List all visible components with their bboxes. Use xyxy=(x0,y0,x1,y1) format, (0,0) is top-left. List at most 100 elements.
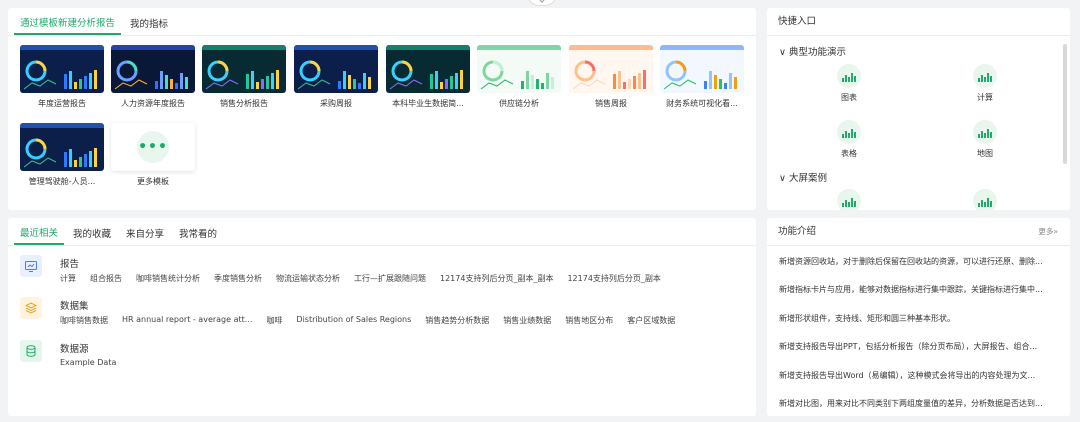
feature-item[interactable]: 新增支持报告导出PPT，包括分析报告（除分页布局），大屏报告、组合... xyxy=(779,341,1057,352)
recent-item[interactable]: 12174支持列后分页_副本_副本 xyxy=(440,273,553,284)
template-thumbnail xyxy=(569,45,653,93)
template-thumbnail xyxy=(20,45,104,93)
section-items: 咖啡销售数据 HR annual report - average att...… xyxy=(60,315,689,326)
more-templates-thumb: ••• xyxy=(111,123,195,171)
layers-icon xyxy=(20,297,42,319)
thumbnail-art xyxy=(477,45,561,93)
recent-item[interactable]: HR annual report - average att... xyxy=(122,315,252,326)
template-card[interactable]: 采购周报 xyxy=(294,45,378,109)
template-thumbnail xyxy=(202,45,286,93)
collapse-handle[interactable] xyxy=(527,0,557,6)
quick-item-chart[interactable]: 图表 xyxy=(819,64,879,103)
recent-item[interactable]: 组合报告 xyxy=(90,273,122,284)
tab-shared[interactable]: 来自分享 xyxy=(120,226,170,245)
thumbnail-art xyxy=(20,123,104,171)
feature-intro-title: 功能介绍 更多» xyxy=(767,218,1070,246)
recent-item[interactable]: 销售趋势分析数据 xyxy=(425,315,489,326)
template-label: 管理驾驶舱-人员... xyxy=(28,177,96,186)
scrollbar[interactable] xyxy=(1063,44,1067,164)
recent-item[interactable]: Example Data xyxy=(60,358,116,367)
quick-item-calc[interactable]: 计算 xyxy=(955,64,1015,103)
recent-item[interactable]: Distribution of Sales Regions xyxy=(296,315,411,326)
feature-item[interactable]: 新增支持报告导出Word（易编辑），这种模式会将导出的内容处理为文... xyxy=(779,370,1057,381)
template-thumbnail xyxy=(386,45,470,93)
template-label: 销售分析报告 xyxy=(220,99,268,108)
thumbnail-art xyxy=(569,45,653,93)
quick-item-label: 计算 xyxy=(977,93,993,102)
thumbnail-art xyxy=(111,45,195,93)
feature-intro-card: 功能介绍 更多» 新增资源回收站，对于删除后保留在回收站的资源，可以进行还原、删… xyxy=(767,218,1070,416)
section-items: 计算 组合报告 咖啡销售统计分析 季度销售分析 物流运输状态分析 工行—扩展跟随… xyxy=(60,273,675,284)
quick-item-label: 地图 xyxy=(977,149,993,158)
report-icon xyxy=(20,255,42,277)
template-thumbnail xyxy=(20,123,104,171)
template-card[interactable]: 年度运营报告 xyxy=(20,45,104,109)
bar-chart-icon xyxy=(973,64,997,88)
tab-new-from-template[interactable]: 通过模板新建分析报告 xyxy=(14,15,122,35)
template-card[interactable]: 人力资源年度报告 xyxy=(111,45,195,109)
recent-item[interactable]: 客户区域数据 xyxy=(627,315,675,326)
template-card[interactable]: 供应链分析 xyxy=(477,45,561,109)
recent-item[interactable]: 销售地区分布 xyxy=(565,315,613,326)
template-card[interactable]: 销售分析报告 xyxy=(202,45,286,109)
template-card[interactable]: 财务系统可视化看... xyxy=(660,45,744,109)
recent-tabs: 最近相关 我的收藏 来自分享 我常看的 xyxy=(8,218,756,246)
template-thumbnail xyxy=(111,45,195,93)
template-card[interactable]: 销售周报 xyxy=(569,45,653,109)
quick-item-label: 表格 xyxy=(841,149,857,158)
recent-item[interactable]: 咖啡销售统计分析 xyxy=(136,273,200,284)
quick-entry-title: 快捷入口 xyxy=(767,8,1070,36)
quick-item-label: 图表 xyxy=(841,93,857,102)
bar-chart-icon xyxy=(973,120,997,144)
template-thumbnail xyxy=(660,45,744,93)
template-label: 供应链分析 xyxy=(499,99,539,108)
template-label: 财务系统可视化看... xyxy=(666,99,738,108)
more-link[interactable]: 更多» xyxy=(1038,218,1058,246)
thumbnail-art xyxy=(202,45,286,93)
more-dots-icon: ••• xyxy=(137,131,169,163)
recent-item[interactable]: 季度销售分析 xyxy=(214,273,262,284)
thumbnail-art xyxy=(294,45,378,93)
group-label: 大屏案例 xyxy=(789,173,828,184)
recent-item[interactable]: 12174支持列后分页_副本 xyxy=(567,273,660,284)
template-label: 采购周报 xyxy=(320,99,352,108)
group-big-screen[interactable]: ∨ 大屏案例 xyxy=(779,170,827,184)
thumbnail-art xyxy=(660,45,744,93)
feature-item[interactable]: 新增对比图，用来对比不同类别下两组度量值的差异，分析数据是否达到... xyxy=(779,398,1057,409)
recent-item[interactable]: 销售业绩数据 xyxy=(503,315,551,326)
tab-favorites[interactable]: 我的收藏 xyxy=(67,226,117,245)
double-chevron-right-icon: » xyxy=(1053,227,1058,236)
quick-item-map[interactable]: 地图 xyxy=(955,120,1015,159)
recent-item[interactable]: 咖啡销售数据 xyxy=(60,315,108,326)
tab-my-metrics[interactable]: 我的指标 xyxy=(124,16,174,35)
tab-recent[interactable]: 最近相关 xyxy=(14,225,65,245)
quick-item-screen[interactable] xyxy=(819,189,879,210)
recent-item[interactable]: 计算 xyxy=(60,273,76,284)
more-templates-button[interactable]: ••• 更多模板 xyxy=(111,123,195,187)
recent-item[interactable]: 物流运输状态分析 xyxy=(276,273,340,284)
chevron-down-icon: ∨ xyxy=(779,47,786,58)
chevron-down-icon xyxy=(539,0,545,3)
template-thumbnail xyxy=(294,45,378,93)
feature-item[interactable]: 新增形状组件，支持线、矩形和圆三种基本形状。 xyxy=(779,313,1057,324)
feature-item[interactable]: 新增资源回收站，对于删除后保留在回收站的资源，可以进行还原、删除... xyxy=(779,256,1057,267)
feature-intro-title-text: 功能介绍 xyxy=(778,226,817,237)
quick-item-table[interactable]: 表格 xyxy=(819,120,879,159)
feature-item[interactable]: 新增指标卡片与应用，能够对数据指标进行集中跟踪，关键指标进行集中... xyxy=(779,284,1057,295)
thumbnail-art xyxy=(386,45,470,93)
more-templates-label: 更多模板 xyxy=(137,177,169,186)
quick-entry-card: 快捷入口 ∨ 典型功能演示 图表 计算 表格 地图 ∨ 大屏案例 xyxy=(767,8,1070,210)
recent-item[interactable]: 工行—扩展跟随问题 xyxy=(354,273,426,284)
tab-frequent[interactable]: 我常看的 xyxy=(173,226,223,245)
group-typical-demos[interactable]: ∨ 典型功能演示 xyxy=(779,44,846,58)
template-label: 销售周报 xyxy=(595,99,627,108)
template-card[interactable]: 管理驾驶舱-人员... xyxy=(20,123,104,187)
quick-item-screen[interactable] xyxy=(955,189,1015,210)
group-label: 典型功能演示 xyxy=(789,47,847,58)
template-label: 人力资源年度报告 xyxy=(121,99,185,108)
templates-tabs: 通过模板新建分析报告 我的指标 xyxy=(8,8,756,36)
section-title: 数据集 xyxy=(60,301,89,312)
recent-item[interactable]: 咖啡 xyxy=(266,315,282,326)
bar-chart-icon xyxy=(837,120,861,144)
template-card[interactable]: 本科毕业生数据简... xyxy=(386,45,470,109)
